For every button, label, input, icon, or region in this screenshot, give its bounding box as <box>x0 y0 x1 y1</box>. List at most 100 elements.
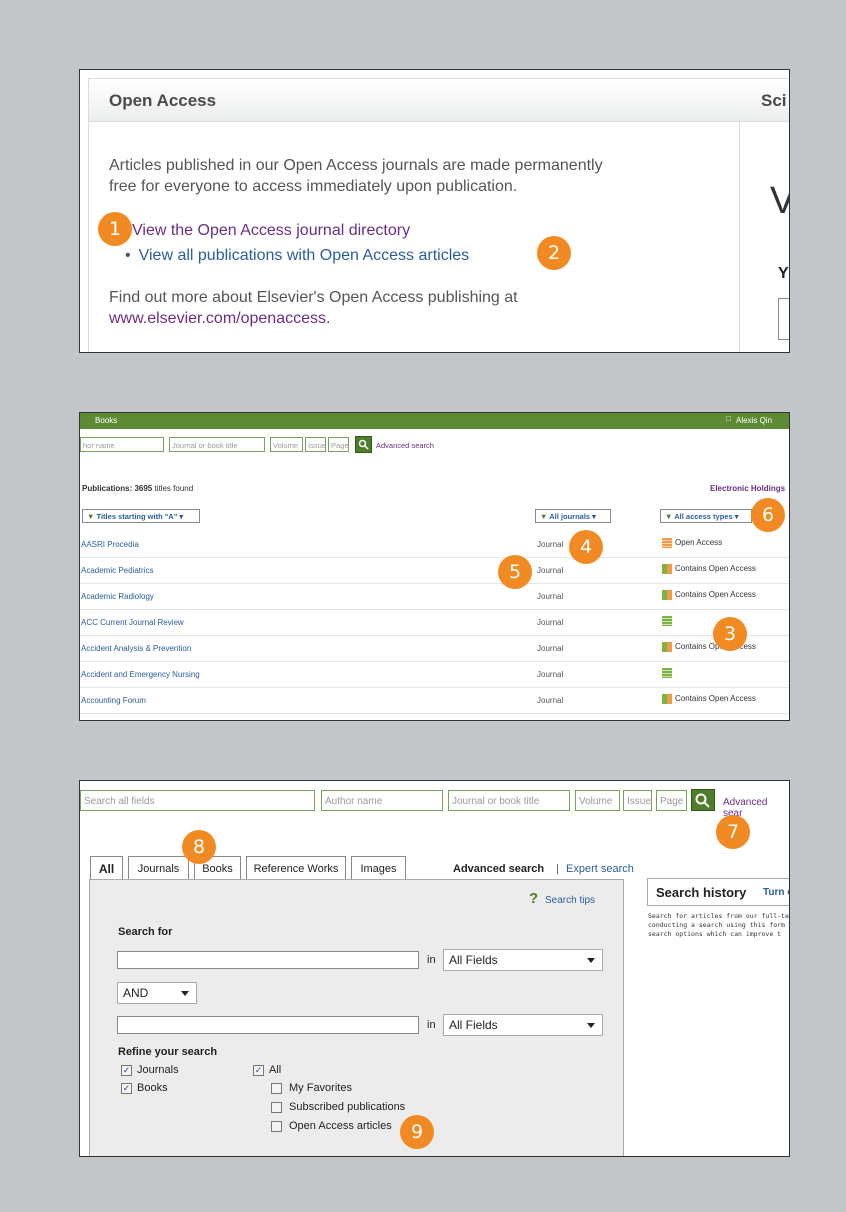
issue-input[interactable]: Issue <box>623 790 652 811</box>
access-status: Contains Open Access <box>662 563 756 575</box>
callout-badge: 3 <box>713 617 747 651</box>
open-access-panel: Open Access Sci Articles published in ou… <box>79 69 790 353</box>
chevron-down-icon <box>181 991 189 996</box>
checkbox-label: Subscribed publications <box>289 1101 406 1113</box>
search-history-description: Search for articles from our full-tex co… <box>648 912 790 939</box>
select-value: All Fields <box>449 1018 498 1032</box>
subscribed-icon <box>662 615 672 626</box>
history-toggle-link[interactable]: Turn o <box>763 887 789 898</box>
search-button[interactable] <box>691 789 715 811</box>
intro-text: Articles published in our Open Access jo… <box>109 155 719 197</box>
advanced-search-mode[interactable]: Advanced search <box>453 863 544 875</box>
electronic-holdings-link[interactable]: Electronic Holdings <box>710 484 785 493</box>
top-nav-bar: Books □ Alexis Qin <box>80 413 789 429</box>
cropped-heading: V <box>770 180 789 223</box>
filter-icon: ▼ <box>87 512 95 521</box>
journal-title-input[interactable]: Journal or book title <box>448 790 570 811</box>
titles-filter-dropdown[interactable]: ▼ Titles starting with "A" ▾ <box>82 509 200 523</box>
publications-count: Publications: 3695 titles found <box>82 484 193 493</box>
user-icon: □ <box>726 414 731 423</box>
contains-open-access-icon <box>662 589 672 600</box>
search-term-input-2[interactable] <box>117 1016 419 1034</box>
access-label: Contains Open Access <box>675 564 756 573</box>
page-input[interactable]: Page <box>328 437 349 452</box>
search-tips-link[interactable]: Search tips <box>545 895 595 906</box>
access-status: Contains Open Access <box>662 589 756 601</box>
history-text-line: Search for articles from our full-tex <box>648 912 790 920</box>
expert-search-link[interactable]: Expert search <box>566 863 634 875</box>
tab-journals[interactable]: Journals <box>128 856 189 880</box>
callout-badge: 5 <box>498 555 532 589</box>
journals-filter-dropdown[interactable]: ▼ All journals ▾ <box>535 509 611 523</box>
callout-badge: 6 <box>751 498 785 532</box>
publication-title-link[interactable]: Accident and Emergency Nursing <box>81 670 200 679</box>
access-status: Open Access <box>662 537 722 549</box>
all-checkbox[interactable]: ✓ <box>253 1065 264 1076</box>
filter-icon: ▼ <box>540 512 548 521</box>
filter-label: All journals ▾ <box>549 512 596 521</box>
history-text-line: conducting a search using this form <box>648 921 785 929</box>
publication-type: Journal <box>537 644 564 653</box>
checkbox-label: My Favorites <box>289 1082 352 1094</box>
tab-all[interactable]: All <box>90 856 123 881</box>
publication-title-link[interactable]: AASRI Procedia <box>81 540 139 549</box>
search-all-fields-input[interactable]: Search all fields <box>80 790 315 811</box>
tab-reference-works[interactable]: Reference Works <box>246 856 346 880</box>
filter-icon: ▼ <box>665 512 673 521</box>
author-name-input[interactable]: Author name <box>321 790 443 811</box>
boolean-operator-select[interactable]: AND <box>117 982 197 1004</box>
search-button[interactable] <box>355 436 372 453</box>
issue-input[interactable]: Issue <box>305 437 326 452</box>
subscribed-icon <box>662 667 672 678</box>
chevron-down-icon <box>587 958 595 963</box>
intro-line: Articles published in our Open Access jo… <box>109 157 603 174</box>
access-type-filter-dropdown[interactable]: ▼ All access types ▾ <box>660 509 752 523</box>
publication-title-link[interactable]: ACC Current Journal Review <box>81 618 184 627</box>
publication-type: Journal <box>537 670 564 679</box>
checkbox-label: Journals <box>137 1064 179 1076</box>
publication-title-link[interactable]: Academic Pediatrics <box>81 566 153 575</box>
access-label: Open Access <box>675 538 723 547</box>
table-row: Academic Pediatrics Journal Contains Ope… <box>80 557 789 584</box>
tab-images[interactable]: Images <box>351 856 406 880</box>
access-label: Contains Open Access <box>675 590 756 599</box>
publications-list-panel: Books □ Alexis Qin hor name Journal or b… <box>79 412 790 721</box>
publication-title-link[interactable]: Academic Radiology <box>81 592 154 601</box>
oa-publications-link[interactable]: View all publications with Open Access a… <box>139 247 470 264</box>
more-info-line: Find out more about Elsevier's Open Acce… <box>109 289 518 306</box>
page-input[interactable]: Page <box>656 790 687 811</box>
cropped-input[interactable] <box>778 298 789 340</box>
publication-title-link[interactable]: Accounting Forum <box>81 696 146 705</box>
user-name[interactable]: Alexis Qin <box>736 416 772 425</box>
books-nav-link[interactable]: Books <box>95 416 117 425</box>
publication-type: Journal <box>537 618 564 627</box>
elsevier-oa-link[interactable]: www.elsevier.com/openaccess. <box>109 310 330 327</box>
my-favorites-checkbox[interactable] <box>271 1083 282 1094</box>
history-text-line: search options which can improve t <box>648 930 782 938</box>
advanced-search-link[interactable]: Advanced search <box>376 441 434 450</box>
publication-type: Journal <box>537 540 564 549</box>
volume-input[interactable]: Volume <box>575 790 620 811</box>
publication-title-link[interactable]: Accident Analysis & Prevention <box>81 644 191 653</box>
callout-badge: 1 <box>98 212 132 246</box>
header-title: Open Access <box>109 91 217 110</box>
author-name-input[interactable]: hor name <box>80 437 164 452</box>
publication-type: Journal <box>537 566 564 575</box>
oa-publications-item: • View all publications with Open Access … <box>125 245 735 266</box>
field-select-2[interactable]: All Fields <box>443 1014 603 1036</box>
open-access-articles-checkbox[interactable] <box>271 1121 282 1132</box>
search-term-input-1[interactable] <box>117 951 419 969</box>
journals-checkbox[interactable]: ✓ <box>121 1065 132 1076</box>
field-select-1[interactable]: All Fields <box>443 949 603 971</box>
search-for-label: Search for <box>118 926 173 938</box>
volume-input[interactable]: Volume <box>270 437 303 452</box>
header-right-title: Sci <box>761 91 787 110</box>
callout-badge: 4 <box>569 530 603 564</box>
subscribed-publications-checkbox[interactable] <box>271 1102 282 1113</box>
oa-journal-directory-link[interactable]: View the Open Access journal directory <box>132 222 410 239</box>
callout-badge: 8 <box>182 830 216 864</box>
journal-title-input[interactable]: Journal or book title <box>169 437 265 452</box>
advanced-search-panel: Search all fields Author name Journal or… <box>79 780 790 1157</box>
oa-directory-item: View the Open Access journal directory <box>132 220 742 241</box>
books-checkbox[interactable]: ✓ <box>121 1083 132 1094</box>
